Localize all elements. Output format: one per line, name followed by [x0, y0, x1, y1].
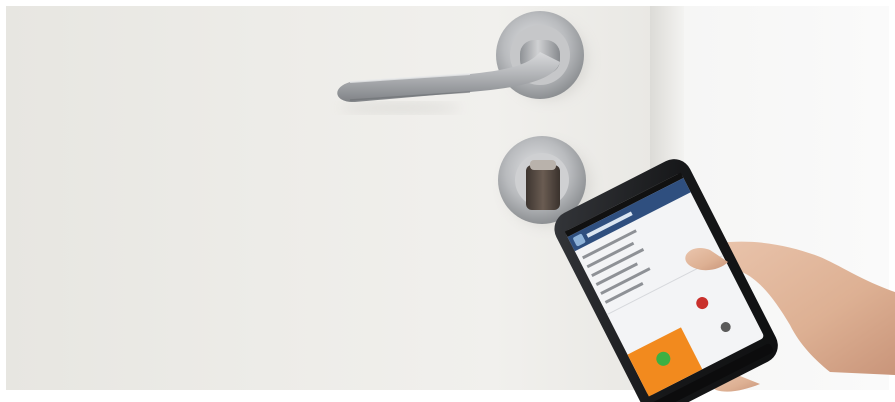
door-lever-handle — [337, 11, 588, 113]
photo-frame — [0, 0, 895, 402]
scene-illustration — [337, 11, 895, 402]
